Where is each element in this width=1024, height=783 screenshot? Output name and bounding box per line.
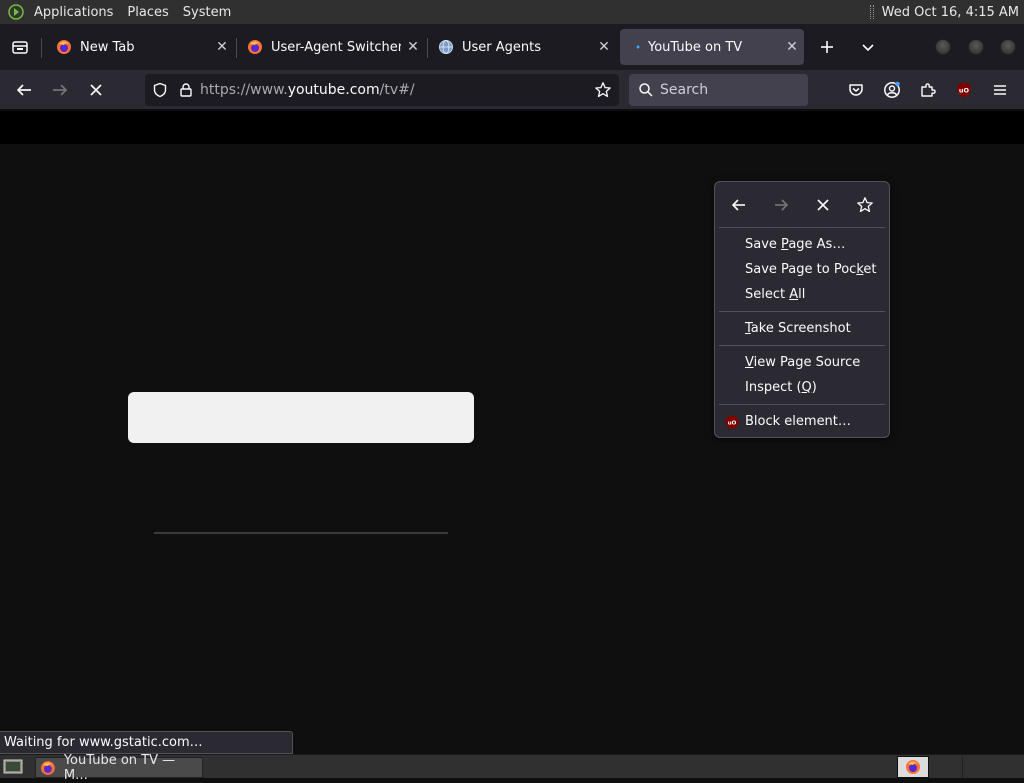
stop-button[interactable]	[82, 76, 110, 104]
lock-icon[interactable]	[178, 82, 194, 98]
menu-separator	[719, 311, 885, 312]
menu-item-take-screenshot[interactable]: Take Screenshot	[745, 321, 851, 336]
ublock-origin-icon: uO	[725, 415, 739, 429]
account-icon	[884, 81, 900, 98]
svg-text:uO: uO	[728, 420, 737, 426]
close-icon	[90, 84, 102, 96]
url-bar[interactable]: https://www.youtube.com/tv#/	[145, 74, 619, 106]
tab-youtube-on-tv[interactable]: YouTube on TV ✕	[620, 29, 804, 65]
star-icon	[857, 197, 873, 213]
panel-drag-handle	[869, 5, 874, 19]
pocket-button[interactable]	[842, 76, 870, 104]
firefox-icon	[248, 40, 262, 54]
tab-title: YouTube on TV	[648, 39, 743, 55]
context-menu: Save Page As… Save Page to Pocket Select…	[714, 181, 890, 438]
workspace-switcher-empty[interactable]	[962, 756, 994, 778]
arrow-left-icon	[16, 84, 31, 96]
top-panel: Applications Places System Wed Oct 16, 4…	[0, 0, 1024, 24]
menu-item-inspect[interactable]: Inspect (Q)	[745, 380, 817, 395]
tab-bar: New Tab ✕ User-Agent Switcher – ✕ User A…	[0, 24, 1024, 70]
menu-item-save-to-pocket[interactable]: Save Page to Pocket	[745, 262, 877, 277]
globe-icon	[439, 40, 453, 54]
menu-item-save-page-as[interactable]: Save Page As…	[745, 237, 845, 252]
places-menu[interactable]: Places	[127, 5, 168, 20]
tab-close-icon[interactable]: ✕	[210, 39, 234, 55]
firefox-icon	[40, 760, 55, 775]
bottom-taskbar: YouTube on TV — M…	[0, 753, 1024, 783]
show-desktop-icon	[3, 759, 23, 774]
tab-user-agents[interactable]: User Agents ✕	[426, 29, 616, 65]
maximize-button[interactable]	[968, 39, 984, 55]
ctx-back-button[interactable]	[728, 194, 750, 216]
show-desktop-button[interactable]	[3, 758, 23, 776]
menu-item-select-all[interactable]: Select All	[745, 287, 805, 302]
taskbar-window-title: YouTube on TV — M…	[63, 752, 176, 783]
system-menu[interactable]: System	[183, 5, 231, 20]
tab-close-icon[interactable]: ✕	[780, 39, 804, 55]
plus-icon	[821, 41, 833, 53]
tab-user-agent-switcher[interactable]: User-Agent Switcher – ✕	[235, 29, 425, 65]
search-placeholder: Search	[660, 82, 709, 98]
menu-separator	[719, 345, 885, 346]
new-tab-button[interactable]	[813, 33, 841, 61]
arrow-right-icon	[53, 84, 68, 96]
taskbar-window-button[interactable]: YouTube on TV — M…	[35, 753, 203, 783]
puzzle-piece-icon	[921, 83, 936, 97]
list-all-tabs-button[interactable]	[854, 33, 882, 61]
back-button[interactable]	[10, 76, 38, 104]
extensions-button[interactable]	[914, 76, 942, 104]
tab-title: User Agents	[462, 39, 542, 55]
loading-dot-icon	[636, 45, 640, 49]
account-button[interactable]	[878, 76, 906, 104]
pocket-icon	[849, 84, 863, 96]
distro-logo-icon[interactable]	[8, 4, 24, 20]
arrow-left-icon	[731, 199, 745, 211]
menu-separator	[719, 404, 885, 405]
menu-separator	[719, 227, 885, 228]
loading-progress-track	[154, 532, 448, 534]
ctx-forward-button[interactable]	[770, 194, 792, 216]
close-window-button[interactable]	[1000, 39, 1016, 55]
workspace-switcher-active[interactable]	[897, 756, 929, 778]
search-bar[interactable]: Search	[629, 74, 808, 106]
tab-close-icon[interactable]: ✕	[401, 39, 425, 55]
url-text[interactable]: https://www.youtube.com/tv#/	[200, 82, 415, 98]
ublock-origin-button[interactable]: uO	[950, 76, 978, 104]
tab-close-icon[interactable]: ✕	[592, 39, 616, 55]
tab-title: User-Agent Switcher –	[271, 39, 401, 55]
ctx-bookmark-button[interactable]	[854, 194, 876, 216]
close-icon	[817, 199, 829, 211]
star-icon[interactable]	[594, 81, 612, 99]
minimize-button[interactable]	[935, 39, 951, 55]
clock[interactable]: Wed Oct 16, 4:15 AM	[882, 5, 1019, 20]
menu-item-block-element[interactable]: Block element…	[745, 414, 851, 429]
hamburger-menu-icon	[994, 85, 1006, 95]
svg-text:uO: uO	[959, 86, 970, 94]
firefox-icon	[57, 40, 71, 54]
firefox-view-icon	[12, 41, 28, 54]
chevron-down-icon	[862, 44, 874, 52]
arrow-right-icon	[775, 199, 789, 211]
forward-button[interactable]	[46, 76, 74, 104]
ctx-stop-button[interactable]	[812, 194, 834, 216]
firefox-view-button[interactable]	[6, 33, 34, 61]
loading-placeholder-box	[128, 392, 474, 443]
search-icon	[639, 83, 653, 97]
applications-menu[interactable]: Applications	[34, 5, 113, 20]
status-text: Waiting for www.gstatic.com…	[4, 735, 203, 750]
app-menu-button[interactable]	[986, 76, 1014, 104]
ublock-origin-icon: uO	[957, 82, 971, 98]
firefox-icon	[906, 760, 920, 774]
tab-new-tab[interactable]: New Tab ✕	[44, 29, 234, 65]
status-panel: Waiting for www.gstatic.com…	[0, 731, 293, 754]
navigation-toolbar: https://www.youtube.com/tv#/ Search uO	[0, 70, 1024, 110]
tab-title: New Tab	[80, 39, 135, 55]
menu-item-view-page-source[interactable]: View Page Source	[745, 355, 860, 370]
shield-icon[interactable]	[152, 82, 168, 98]
